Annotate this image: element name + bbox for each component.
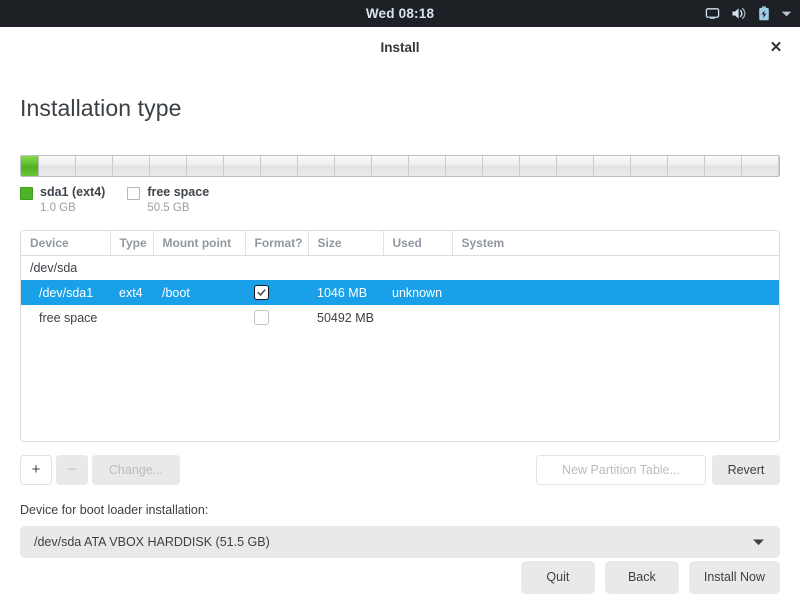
cell-format — [245, 305, 308, 330]
chevron-down-icon[interactable] — [781, 10, 792, 18]
window-title: Install — [380, 39, 420, 55]
column-header-type[interactable]: Type — [110, 231, 154, 256]
legend-label-free-space: free space — [147, 185, 210, 199]
cell-used — [383, 305, 452, 330]
cell-type — [110, 255, 153, 280]
footer-navigation: Quit Back Install Now — [520, 561, 780, 600]
legend-swatch-free-space — [127, 187, 141, 200]
format-checkbox-sda1[interactable] — [254, 285, 269, 301]
page-content: Installation type sda1 (ext4) 1.0 GB fre… — [0, 95, 800, 558]
cell-size — [308, 255, 383, 280]
install-now-button[interactable]: Install Now — [688, 561, 780, 594]
display-icon[interactable] — [705, 6, 720, 21]
bootloader-selected-value: /dev/sda ATA VBOX HARDDISK (51.5 GB) — [34, 535, 270, 549]
usage-segment-sda1 — [21, 156, 39, 176]
cell-device: /dev/sda — [30, 260, 78, 275]
legend-swatch-sda1 — [20, 187, 33, 200]
format-checkbox-free-space[interactable] — [254, 310, 269, 326]
column-header-size[interactable]: Size — [308, 231, 384, 256]
partition-actions: + − Change... New Partition Table... Rev… — [20, 455, 780, 485]
legend-item-free-space: free space 50.5 GB — [127, 185, 209, 216]
cell-used — [383, 255, 452, 280]
cell-format — [245, 255, 308, 280]
cell-format — [245, 280, 308, 305]
partition-table[interactable]: Device Type Mount point Format? Size Use… — [20, 230, 780, 442]
legend-label-sda1: sda1 (ext4) — [40, 185, 106, 199]
column-header-system[interactable]: System — [452, 231, 779, 256]
quit-button[interactable]: Quit — [520, 561, 595, 594]
bootloader-device-select[interactable]: /dev/sda ATA VBOX HARDDISK (51.5 GB) — [20, 526, 780, 558]
usage-segment-free — [39, 156, 779, 176]
legend-size-free-space: 50.5 GB — [147, 202, 190, 214]
revert-button[interactable]: Revert — [712, 455, 780, 485]
battery-charging-icon[interactable] — [758, 6, 770, 21]
change-partition-button[interactable]: Change... — [92, 455, 180, 485]
cell-type: ext4 — [119, 285, 143, 300]
column-header-used[interactable]: Used — [383, 231, 453, 256]
cell-device: /dev/sda1 — [39, 285, 94, 300]
volume-icon[interactable] — [731, 6, 747, 21]
cell-system — [452, 280, 779, 305]
remove-partition-button[interactable]: − — [56, 455, 88, 485]
close-icon[interactable]: ✕ — [764, 35, 788, 59]
table-row-free-space[interactable]: free space 50492 MB — [21, 305, 779, 330]
legend-size-sda1: 1.0 GB — [40, 202, 76, 214]
system-tray — [705, 0, 792, 27]
chevron-down-icon — [752, 538, 765, 547]
page-title: Installation type — [20, 95, 182, 121]
back-button[interactable]: Back — [604, 561, 679, 594]
disk-actions: New Partition Table... Revert — [536, 455, 780, 485]
cell-used: unknown — [392, 285, 443, 300]
table-row-disk[interactable]: /dev/sda — [21, 255, 779, 280]
cell-size: 50492 MB — [317, 310, 374, 325]
bootloader-label: Device for boot loader installation: — [20, 503, 209, 517]
cell-mount-point: /boot — [162, 285, 190, 300]
gnome-top-bar: Wed 08:18 — [0, 0, 800, 27]
new-partition-table-button[interactable]: New Partition Table... — [536, 455, 706, 485]
column-header-device[interactable]: Device — [21, 231, 111, 256]
column-header-mount-point[interactable]: Mount point — [153, 231, 246, 256]
cell-mount-point — [153, 255, 245, 280]
cell-device: free space — [39, 310, 98, 325]
cell-system — [452, 305, 779, 330]
table-row-sda1[interactable]: /dev/sda1 ext4 /boot 1046 MB unknown — [21, 280, 779, 305]
usage-legend: sda1 (ext4) 1.0 GB free space 50.5 GB — [20, 185, 780, 216]
disk-usage-bar — [20, 155, 780, 177]
installer-window: Install ✕ Installation type sda1 (ext4) … — [0, 27, 800, 600]
legend-item-sda1: sda1 (ext4) 1.0 GB — [20, 185, 105, 216]
column-header-format[interactable]: Format? — [245, 231, 309, 256]
cell-type — [110, 305, 153, 330]
table-header-row: Device Type Mount point Format? Size Use… — [21, 231, 779, 256]
cell-system — [452, 255, 779, 280]
partition-edit-buttons: + − Change... — [20, 455, 180, 485]
clock[interactable]: Wed 08:18 — [366, 6, 434, 21]
window-titlebar: Install ✕ — [0, 27, 800, 67]
add-partition-button[interactable]: + — [20, 455, 52, 485]
cell-size: 1046 MB — [317, 285, 368, 300]
cell-mount-point — [153, 305, 245, 330]
